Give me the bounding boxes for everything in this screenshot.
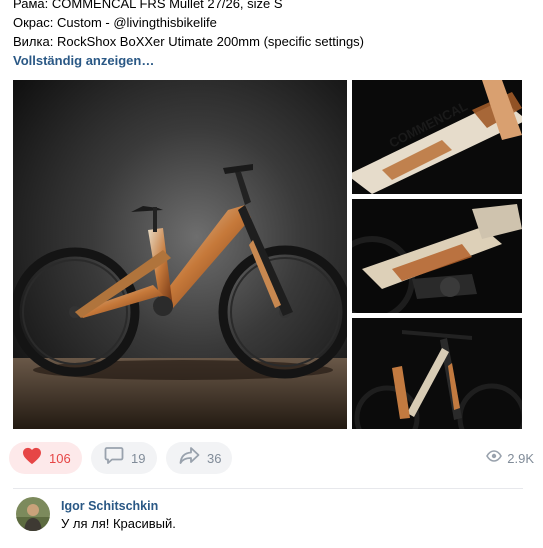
share-count: 36: [207, 450, 222, 466]
share-icon: [179, 446, 200, 470]
like-button[interactable]: 106: [9, 442, 82, 474]
comment-text: У ля ля! Красивый.: [61, 516, 176, 531]
post-line-fork: Вилка: RockShox BoXXer Utimate 200mm (sp…: [13, 34, 364, 49]
comment-count: 19: [131, 450, 146, 466]
views-count: 2.9K: [507, 450, 534, 466]
bike-photo-main: [13, 80, 347, 429]
bike-photo-closeup-frame: [352, 199, 522, 313]
gallery-photo-3[interactable]: [352, 199, 522, 313]
comment-icon: [104, 446, 124, 470]
gallery-photo-4[interactable]: [352, 318, 522, 429]
like-count: 106: [49, 450, 71, 466]
bike-photo-closeup-logo: COMMENCAL: [352, 80, 522, 194]
divider: [13, 488, 523, 489]
gallery-photo-main[interactable]: [13, 80, 347, 429]
show-more-link[interactable]: Vollständig anzeigen…: [13, 51, 533, 70]
avatar[interactable]: [16, 497, 50, 531]
gallery-photo-2[interactable]: COMMENCAL: [352, 80, 522, 194]
post-actions: 106 19 36 2.9K: [9, 442, 534, 474]
eye-icon: [486, 449, 503, 467]
comment-author[interactable]: Igor Schitschkin: [61, 499, 158, 513]
views-counter: 2.9K: [486, 442, 534, 474]
heart-icon: [22, 447, 42, 470]
comment-button[interactable]: 19: [91, 442, 157, 474]
post-line-paint: Окрас: Custom - @livingthisbikelife: [13, 15, 217, 30]
share-button[interactable]: 36: [166, 442, 232, 474]
bike-photo-front: [352, 318, 522, 429]
post-line-frame: Рама: COMMENCAL FRS Mullet 27/26, size S: [13, 0, 283, 11]
post-text: Рама: COMMENCAL FRS Mullet 27/26, size S…: [13, 0, 533, 70]
